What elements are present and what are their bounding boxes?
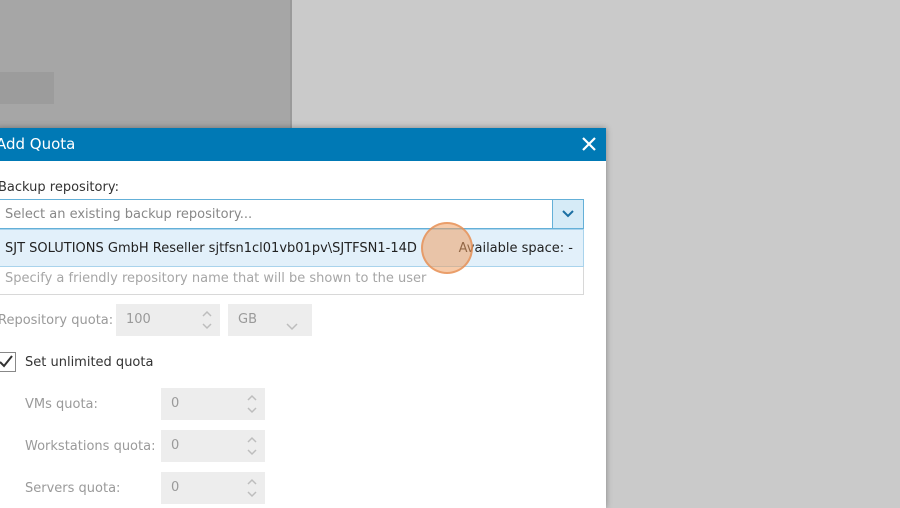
servers-quota-stepper[interactable]: 0 xyxy=(161,472,265,504)
friendly-name-placeholder: Specify a friendly repository name that … xyxy=(5,271,427,286)
dialog-titlebar: Add Quota xyxy=(0,128,606,161)
add-quota-dialog: Add Quota Backup repository: Select an e… xyxy=(0,128,606,508)
background-block xyxy=(0,72,54,104)
repository-option-name: SJT SOLUTIONS GmbH Reseller sjtfsn1cl01v… xyxy=(5,241,417,256)
vms-quota-value: 0 xyxy=(171,396,180,411)
click-highlight xyxy=(421,222,473,274)
vms-quota-label: VMs quota: xyxy=(25,397,98,412)
workstations-quota-value: 0 xyxy=(171,438,180,453)
servers-quota-label: Servers quota: xyxy=(25,481,121,496)
quota-unit-select[interactable]: GB xyxy=(228,304,312,336)
close-icon xyxy=(576,131,602,157)
unlimited-quota-label: Set unlimited quota xyxy=(25,355,154,370)
repository-option[interactable]: SJT SOLUTIONS GmbH Reseller sjtfsn1cl01v… xyxy=(0,229,584,267)
backup-repository-label: Backup repository: xyxy=(0,180,119,195)
repository-quota-value: 100 xyxy=(126,312,151,327)
repository-quota-stepper[interactable]: 100 xyxy=(116,304,220,336)
servers-quota-value: 0 xyxy=(171,480,180,495)
workstations-quota-label: Workstations quota: xyxy=(25,439,156,454)
friendly-name-input[interactable]: Specify a friendly repository name that … xyxy=(0,267,584,295)
repository-option-available-space: Available space: - xyxy=(458,241,573,256)
stepper-arrows-icon[interactable] xyxy=(202,309,212,335)
unlimited-quota-checkbox[interactable] xyxy=(0,352,16,372)
repository-select-placeholder: Select an existing backup repository... xyxy=(5,207,253,222)
chevron-down-icon xyxy=(286,316,298,335)
close-button[interactable] xyxy=(576,131,602,157)
stepper-arrows-icon[interactable] xyxy=(247,393,257,419)
quota-unit-value: GB xyxy=(238,312,257,327)
workstations-quota-stepper[interactable]: 0 xyxy=(161,430,265,462)
repository-quota-label: Repository quota: xyxy=(0,313,114,328)
stepper-arrows-icon[interactable] xyxy=(247,435,257,461)
repository-select-toggle[interactable] xyxy=(552,200,583,228)
stepper-arrows-icon[interactable] xyxy=(247,477,257,503)
backup-repository-select[interactable]: Select an existing backup repository... xyxy=(0,199,584,229)
vms-quota-stepper[interactable]: 0 xyxy=(161,388,265,420)
dialog-title: Add Quota xyxy=(0,135,76,153)
